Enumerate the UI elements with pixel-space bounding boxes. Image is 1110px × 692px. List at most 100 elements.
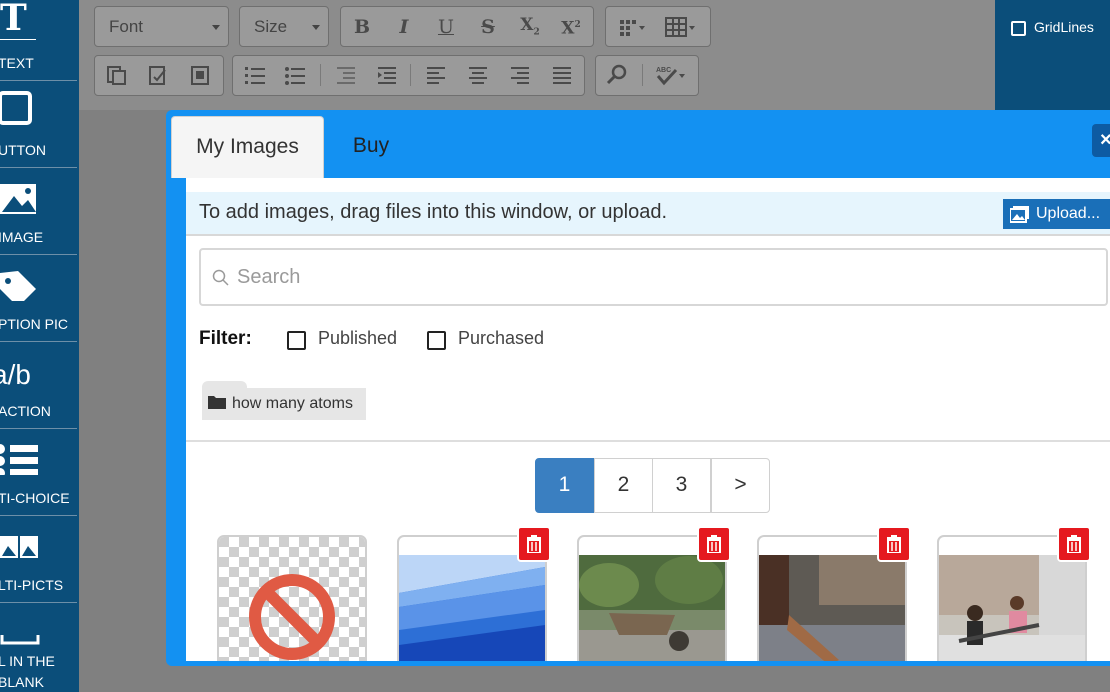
chevron-down-icon [212, 25, 220, 30]
justify-icon [553, 67, 571, 84]
align-right-button[interactable] [505, 60, 535, 90]
no-image-icon [219, 537, 365, 661]
sidebar-item-fraction[interactable]: a/b ACTION [0, 342, 77, 429]
button-icon [0, 91, 32, 125]
sidebar-item-label: TEXT [0, 55, 34, 71]
image-thumbnail[interactable] [217, 535, 367, 661]
drop-zone-bar: To add images, drag files into this wind… [186, 192, 1110, 236]
superscript-label: X [561, 18, 575, 39]
tag-icon [0, 271, 36, 301]
subscript-button[interactable]: X2 [515, 10, 545, 40]
delete-image-button[interactable] [517, 526, 551, 562]
filter-label: Filter: [199, 328, 252, 349]
strikethrough-button[interactable]: S [473, 12, 503, 42]
sidebar-item-image[interactable]: IMAGE [0, 168, 77, 255]
text-icon: T [0, 0, 36, 40]
page-button-2[interactable]: 2 [594, 458, 653, 513]
image-icon [0, 184, 36, 214]
right-panel: GridLines [995, 0, 1110, 110]
svg-text:ABC: ABC [656, 67, 671, 74]
sidebar-item-label: LTI-PICTS [0, 577, 64, 593]
upload-button[interactable]: Upload... [1003, 199, 1110, 229]
paste-text-icon [149, 66, 166, 85]
fraction-icon: a/b [0, 359, 31, 388]
delete-image-button[interactable] [1057, 526, 1091, 562]
tab-my-images[interactable]: My Images [171, 116, 324, 178]
paste-icon [107, 66, 126, 85]
dialog-content: To add images, drag files into this wind… [186, 178, 1110, 661]
outdent-button[interactable] [331, 60, 361, 90]
street-image [759, 555, 905, 661]
chevron-down-icon [312, 25, 320, 30]
underline-button[interactable]: U [431, 12, 461, 42]
sidebar-item-label: UTTON [0, 142, 46, 158]
spellcheck-icon: ABC [656, 67, 685, 86]
purchased-label: Purchased [458, 328, 545, 348]
dialog-tabbar: My Images Buy × [166, 110, 1110, 178]
sidebar-item-multi-choice[interactable]: TI-CHOICE [0, 429, 77, 516]
sidebar-item-multi-picts[interactable]: LTI-PICTS [0, 516, 77, 603]
find-button[interactable] [602, 60, 632, 90]
published-label: Published [318, 328, 398, 348]
superscript-button[interactable]: X2 [556, 10, 586, 40]
list-icon [0, 444, 38, 475]
font-dropdown-label: Font [109, 17, 144, 36]
sidebar-item-caption-pic[interactable]: PTION PIC [0, 255, 77, 342]
table-icon [665, 17, 695, 37]
bullet-list-button[interactable] [280, 60, 310, 90]
layout-grid-button[interactable] [613, 12, 653, 42]
image-picker-dialog: My Images Buy × To add images, drag file… [166, 110, 1110, 666]
close-button[interactable]: × [1092, 124, 1110, 157]
sidebar-item-button[interactable]: UTTON [0, 81, 77, 168]
numbered-list-button[interactable] [240, 60, 270, 90]
sidebar-item-text[interactable]: T TEXT [0, 0, 77, 81]
folder-chip-label: how many atoms [232, 395, 353, 412]
spellcheck-button[interactable]: ABC [651, 60, 691, 90]
delete-image-button[interactable] [697, 526, 731, 562]
search-box [199, 248, 1108, 306]
gridlines-checkbox[interactable] [1011, 21, 1026, 36]
paste-button[interactable] [101, 60, 131, 90]
toolbar-separator [642, 64, 643, 86]
folder-chip[interactable]: how many atoms [202, 388, 366, 420]
pictures-icon [0, 536, 38, 558]
italic-button[interactable]: I [389, 12, 419, 42]
upload-image-icon [1010, 206, 1029, 223]
svg-text:T: T [0, 0, 27, 39]
trash-icon [887, 535, 901, 553]
indent-button[interactable] [372, 60, 402, 90]
folder-icon [208, 396, 226, 409]
search-icon [212, 269, 229, 286]
sidebar-item-fill-blank[interactable]: L IN THE BLANK [0, 603, 77, 692]
bold-button[interactable]: B [347, 12, 377, 42]
delete-image-button[interactable] [877, 526, 911, 562]
align-center-button[interactable] [463, 60, 493, 90]
search-input[interactable] [237, 262, 1087, 292]
paste-text-button[interactable] [143, 60, 173, 90]
trash-icon [527, 535, 541, 553]
sidebar-item-label: L IN THE [0, 653, 55, 669]
wheelbarrow-image [579, 555, 725, 661]
page-button-3[interactable]: 3 [652, 458, 711, 513]
paste-word-button[interactable] [185, 60, 215, 90]
page-button-1[interactable]: 1 [535, 458, 594, 513]
justify-button[interactable] [547, 60, 577, 90]
page-next-button[interactable]: > [711, 458, 770, 513]
published-checkbox[interactable] [287, 331, 306, 350]
outdent-icon [337, 67, 355, 84]
drop-instructions: To add images, drag files into this wind… [199, 201, 668, 223]
sidebar-item-label-2: BLANK [0, 674, 44, 690]
toolbar-separator [320, 64, 321, 86]
dots-grid-icon [620, 20, 645, 36]
align-center-icon [469, 67, 487, 84]
toolbar-separator [410, 64, 411, 86]
font-dropdown[interactable]: Font [94, 6, 229, 47]
purchased-checkbox[interactable] [427, 331, 446, 350]
blue-abstract-image [399, 555, 545, 661]
align-left-button[interactable] [421, 60, 451, 90]
superscript-mark: 2 [574, 20, 581, 30]
size-dropdown-label: Size [254, 17, 288, 36]
tab-buy[interactable]: Buy [331, 116, 411, 178]
insert-table-button[interactable] [661, 12, 701, 42]
size-dropdown[interactable]: Size [239, 6, 329, 47]
